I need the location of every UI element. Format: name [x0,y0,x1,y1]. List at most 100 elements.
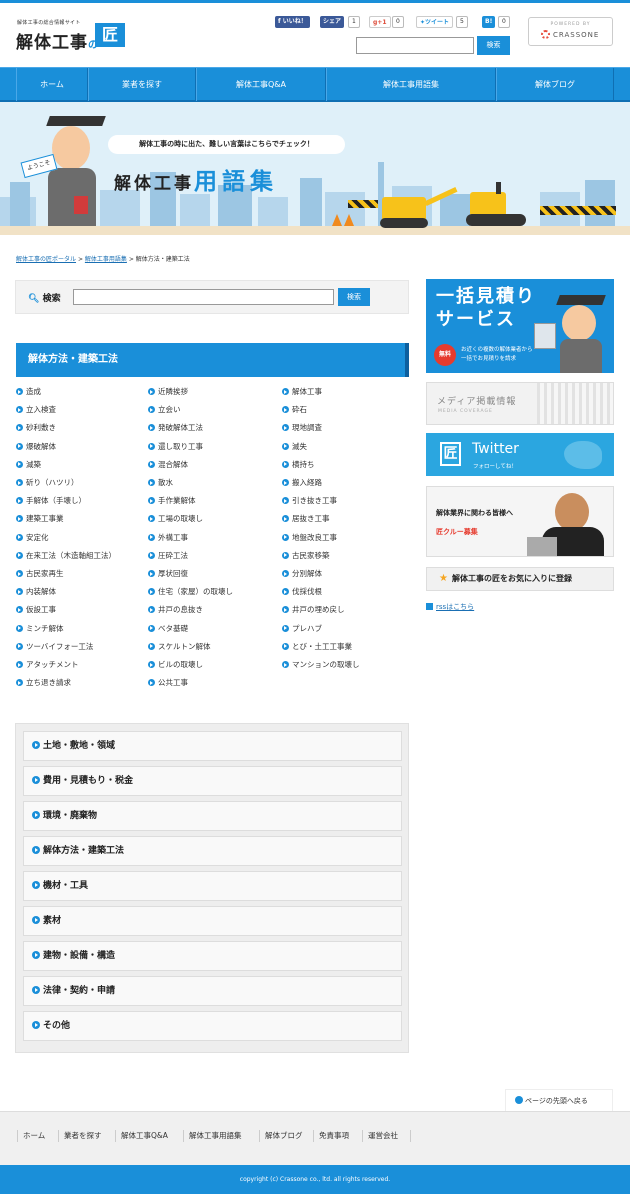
bulldozer-icon [470,192,506,216]
term-link[interactable]: 混合解体 [148,459,188,470]
category-button[interactable]: その他 [23,1011,402,1041]
category-button[interactable]: 法律・契約・申請 [23,976,402,1006]
add-favorite-button[interactable]: ★ 解体工事の匠をお気に入りに登録 [426,567,614,591]
term-link[interactable]: 内装解体 [16,586,56,597]
facebook-like-button[interactable]: f いいね！ [275,16,310,28]
term-link[interactable]: 手作業解体 [148,495,196,506]
term-link[interactable]: 圧砕工法 [148,550,188,561]
term-link[interactable]: 在来工法（木造軸組工法） [16,550,116,561]
term-link[interactable]: 爆破解体 [16,441,56,452]
term-link[interactable]: 安定化 [16,532,49,543]
category-button[interactable]: 建物・設備・構造 [23,941,402,971]
category-button[interactable]: 素材 [23,906,402,936]
category-button[interactable]: 解体方法・建築工法 [23,836,402,866]
estimate-service-banner[interactable]: 一括見積り サービス 無料 お近くの複数の解体業者から 一括でお見積りを請求 [426,279,614,373]
term-link[interactable]: とび・土工工事業 [282,641,352,652]
term-link[interactable]: 散水 [148,477,173,488]
term-link[interactable]: 厚状回復 [148,568,188,579]
footer-link[interactable]: ホーム [17,1130,50,1142]
term-link[interactable]: 搬入経路 [282,477,322,488]
tweet-button[interactable]: ✦ツイート [416,16,454,28]
breadcrumb-home-link[interactable]: 解体工事の匠ポータル [16,256,76,263]
footer-link[interactable]: 免責事項 [313,1130,354,1142]
term-link[interactable]: 居抜き工事 [282,513,330,524]
term-link[interactable]: プレハブ [282,623,322,634]
glossary-search-input[interactable] [73,289,334,305]
footer-link[interactable]: 解体工事用語集 [183,1130,247,1142]
term-link[interactable]: 古民家移築 [282,550,330,561]
term-link[interactable]: 砂利敷き [16,422,56,433]
category-button[interactable]: 土地・敷地・領域 [23,731,402,761]
footer-link[interactable]: 運営会社 [362,1130,403,1142]
term-link[interactable]: ビルの取壊し [148,659,203,670]
footer-link[interactable]: 解体工事Q&A [115,1130,173,1142]
logo-mark[interactable]: 匠 [95,23,125,47]
powered-by-badge[interactable]: POWERED BY CRASSONE [528,17,613,46]
category-button[interactable]: 機材・工具 [23,871,402,901]
term-link[interactable]: 立入検査 [16,404,56,415]
term-link[interactable]: ベタ基礎 [148,623,188,634]
term-link[interactable]: マンションの取壊し [282,659,360,670]
crew-recruit-banner[interactable]: 解体業界に関わる皆様へ 匠クルー募集 [426,486,614,557]
footer-link[interactable]: 業者を探す [58,1130,107,1142]
term-link[interactable]: 住宅（家屋）の取壊し [148,586,233,597]
breadcrumb-parent-link[interactable]: 解体工事用語集 [85,256,127,263]
traffic-cone-icon [332,214,342,226]
term-link[interactable]: 還し取り工事 [148,441,203,452]
term-link[interactable]: 造成 [16,386,41,397]
nav-item-glossary[interactable]: 解体工事用語集 [326,68,496,101]
term-link[interactable]: ミンチ解体 [16,623,64,634]
arrow-right-icon [148,570,155,577]
term-link[interactable]: 地盤改良工事 [282,532,337,543]
term-link[interactable]: 井戸の息抜き [148,604,203,615]
term-link[interactable]: アタッチメント [16,659,79,670]
term-link[interactable]: 引き抜き工事 [282,495,337,506]
nav-item-blog[interactable]: 解体ブログ [496,68,614,101]
term-link[interactable]: 滅失 [282,441,307,452]
term-link[interactable]: 工場の取壊し [148,513,203,524]
term-link[interactable]: ツーバイフォー工法 [16,641,93,652]
city-building [300,178,322,227]
term-link[interactable]: スケルトン解体 [148,641,211,652]
footer-link[interactable]: 解体ブログ [259,1130,308,1142]
term-link[interactable]: 外構工事 [148,532,188,543]
bulldozer-exhaust [496,182,501,194]
term-link[interactable]: 仮設工事 [16,604,56,615]
gplus-button[interactable]: g+1 [369,16,391,28]
nav-item-find[interactable]: 業者を探す [88,68,196,101]
category-button[interactable]: 環境・廃棄物 [23,801,402,831]
term-link[interactable]: 公共工事 [148,677,188,688]
site-logo[interactable]: 解体工事の [16,28,99,53]
facebook-share-button[interactable]: シェア [320,16,345,28]
term-link[interactable]: 古民家再生 [16,568,64,579]
term-link[interactable]: 立ち退き請求 [16,677,71,688]
nav-item-qa[interactable]: 解体工事Q&A [196,68,326,101]
category-button[interactable]: 費用・見積もり・税金 [23,766,402,796]
term-link[interactable]: 砕石 [282,404,307,415]
rss-link[interactable]: rssはこちら [426,602,474,612]
term-link[interactable]: 現地調査 [282,422,322,433]
term-link[interactable]: 立会い [148,404,181,415]
header-search-button[interactable]: 検索 [477,36,510,55]
twitter-banner[interactable]: 匠 Twitter フォローしてね！ [426,433,614,476]
term-link[interactable]: 井戸の埋め戻し [282,604,345,615]
media-coverage-banner[interactable]: メディア掲載情報 MEDIA COVERAGE [426,382,614,425]
term-link[interactable]: 発破解体工法 [148,422,203,433]
term-link[interactable]: 斫り（ハツリ） [16,477,79,488]
header-search-input[interactable] [356,37,474,54]
term-link[interactable]: 減築 [16,459,41,470]
term-link[interactable]: 手解体（手壊し） [16,495,86,506]
arrow-right-icon [16,679,23,687]
term-link[interactable]: 分別解体 [282,568,322,579]
term-link[interactable]: 建築工事業 [16,513,64,524]
term-link[interactable]: 伐採伐根 [282,586,322,597]
term-link[interactable]: 解体工事 [282,386,322,397]
arrow-right-icon [32,811,40,819]
glossary-search-button[interactable]: 検索 [338,288,370,306]
term-link[interactable]: 横持ち [282,459,315,470]
term-link[interactable]: 近隣挨拶 [148,386,188,397]
hatena-bookmark-button[interactable]: B! [482,16,496,28]
nav-item-home[interactable]: ホーム [16,68,88,101]
twitter-bird-icon [564,441,602,469]
back-to-top-button[interactable]: ページの先頭へ戻る [505,1089,613,1111]
